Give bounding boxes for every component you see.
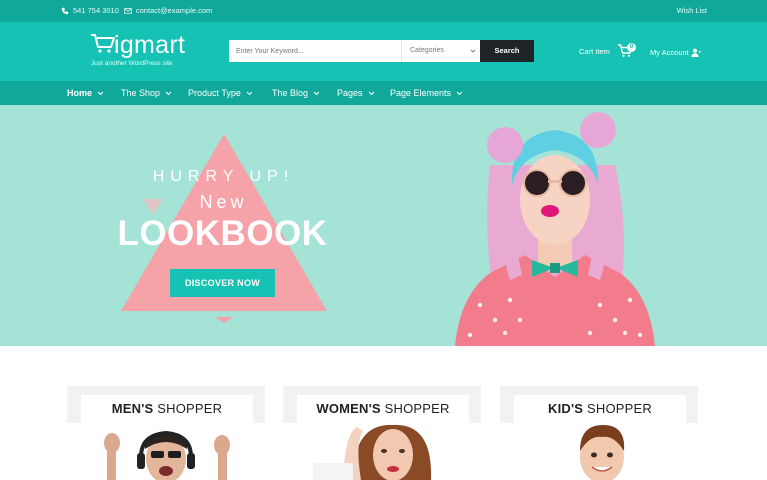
chevron-down-icon — [368, 91, 374, 95]
logo-name: igmart — [114, 31, 186, 59]
nav-item-label: Home — [67, 88, 93, 98]
card-title-strong: KID'S — [548, 401, 584, 416]
card-title-rest: SHOPPER — [380, 401, 450, 416]
nav-item-label: Page Elements — [390, 88, 452, 98]
search-button[interactable]: Search — [480, 40, 534, 62]
chevron-down-icon — [246, 91, 253, 95]
hero-hurry-text: HURRY UP! — [152, 168, 295, 185]
chevron-down-icon — [97, 91, 104, 95]
nav-item-the-blog[interactable]: The Blog — [272, 88, 320, 98]
hero-new-text: New — [199, 192, 248, 212]
logo-cart-icon — [91, 34, 115, 53]
card-title: KID'S SHOPPER — [514, 395, 686, 423]
chevron-down-icon — [165, 91, 172, 95]
mens-shopper-image — [67, 423, 265, 480]
mens-shopper-card[interactable]: MEN'S SHOPPER — [67, 386, 265, 480]
card-title: MEN'S SHOPPER — [81, 395, 253, 423]
nav-item-label: The Blog — [272, 88, 309, 98]
womens-shopper-image — [283, 423, 481, 480]
category-label: Categories — [410, 47, 444, 54]
account-label: My Account — [650, 48, 689, 57]
card-title-rest: SHOPPER — [153, 401, 223, 416]
card-title-rest: SHOPPER — [583, 401, 652, 416]
nav-item-product-type[interactable]: Product Type — [188, 88, 253, 98]
nav-item-page-elements[interactable]: Page Elements — [390, 88, 463, 98]
nav-item-pages[interactable]: Pages — [337, 88, 375, 98]
card-title-strong: MEN'S — [111, 401, 154, 416]
search-input[interactable] — [229, 40, 401, 62]
discover-now-button[interactable]: DISCOVER NOW — [170, 269, 275, 297]
email-address[interactable]: contact@example.com — [136, 6, 212, 15]
cart-count-badge: 0 — [627, 43, 636, 52]
card-title: WOMEN'S SHOPPER — [297, 395, 469, 423]
nav-item-the-shop[interactable]: The Shop — [121, 88, 172, 98]
nav-item-home[interactable]: Home — [67, 88, 104, 98]
wish-list-link[interactable]: Wish List — [677, 6, 707, 15]
nav-item-label: Product Type — [188, 88, 241, 98]
phone-icon — [61, 7, 69, 14]
hero-model-image — [455, 112, 655, 346]
contact-info: 541 754 3010 contact@example.com — [61, 6, 212, 15]
search-bar: Categories Search — [229, 40, 534, 62]
category-select[interactable]: Categories — [401, 40, 480, 62]
kids-shopper-card[interactable]: KID'S SHOPPER — [500, 386, 698, 480]
nav-item-label: Pages — [337, 88, 363, 98]
chevron-down-icon — [470, 49, 476, 53]
chevron-down-icon — [456, 91, 463, 95]
mail-icon — [124, 7, 132, 14]
kids-shopper-image — [500, 423, 698, 480]
hero-headline: LOOKBOOK — [117, 214, 328, 253]
phone-number: 541 754 3010 — [73, 6, 119, 15]
nav-item-label: The Shop — [121, 88, 161, 98]
chevron-down-icon — [313, 91, 320, 95]
site-header: igmart Just another WordPress site Categ… — [0, 22, 767, 81]
user-icon — [691, 48, 701, 57]
card-title-strong: WOMEN'S — [316, 401, 381, 416]
womens-shopper-card[interactable]: WOMEN'S SHOPPER — [283, 386, 481, 480]
my-account-menu[interactable]: My Account — [650, 48, 701, 57]
site-tagline: Just another WordPress site — [91, 60, 173, 67]
top-bar: 541 754 3010 contact@example.com Wish Li… — [0, 0, 767, 22]
cart-label[interactable]: Cart Item — [579, 47, 610, 56]
main-navigation: Home The Shop Product Type The Blog Page… — [0, 81, 767, 105]
hero-banner: HURRY UP! New LOOKBOOK DISCOVER NOW — [0, 105, 767, 346]
